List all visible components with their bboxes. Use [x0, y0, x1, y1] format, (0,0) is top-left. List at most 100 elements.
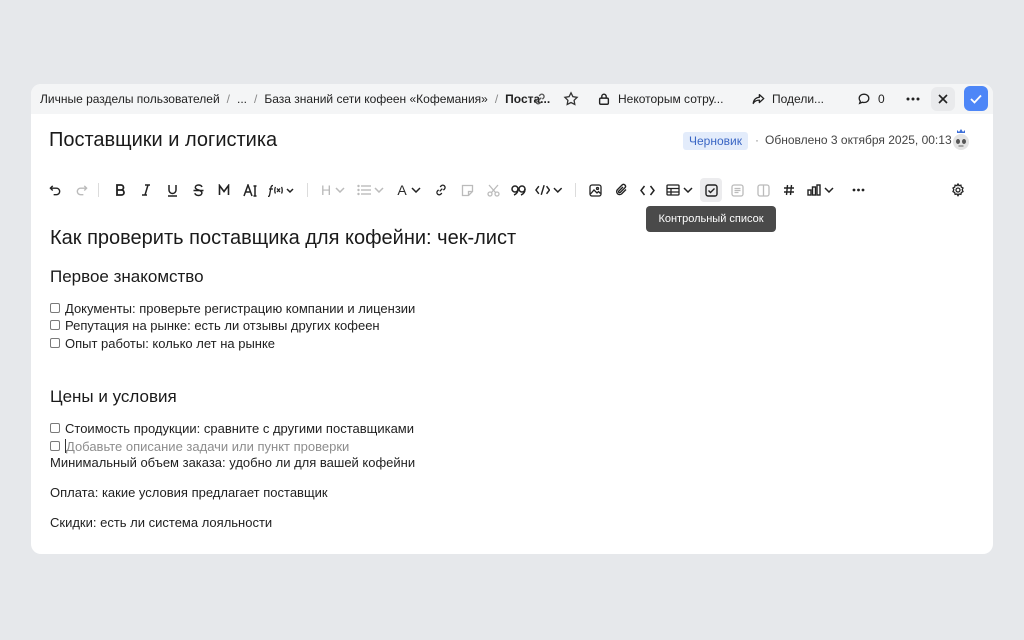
top-bar: Личные разделы пользователей / ... / Баз…	[31, 84, 993, 114]
checklist-item[interactable]: Опыт работы: колько лет на рынке	[50, 334, 275, 352]
text-color-label: A	[397, 182, 407, 198]
template-button[interactable]	[729, 178, 745, 202]
formula-button[interactable]	[267, 178, 295, 202]
chevron-down-icon	[373, 187, 384, 193]
underline-button[interactable]	[165, 178, 179, 202]
checklist-item[interactable]: Репутация на рынке: есть ли отзывы други…	[50, 316, 380, 334]
checklist-item-text: Стоимость продукции: сравните с другими …	[65, 420, 415, 436]
share-icon	[752, 93, 765, 105]
heading-dropdown[interactable]: H	[319, 178, 347, 202]
text-size-icon	[242, 183, 256, 197]
strikethrough-button[interactable]	[191, 178, 205, 202]
monospace-icon	[218, 184, 230, 195]
hashtag-button[interactable]	[781, 178, 797, 202]
document-editor: Личные разделы пользователей / ... / Баз…	[31, 84, 993, 554]
save-button[interactable]	[964, 86, 988, 111]
breadcrumb-item-ellipsis[interactable]: ...	[237, 92, 247, 106]
favorite-button[interactable]	[563, 84, 579, 114]
checklist-button[interactable]	[700, 178, 722, 202]
chevron-down-icon	[553, 187, 563, 193]
checklist-placeholder: Добавьте описание задачи или пункт прове…	[66, 438, 350, 454]
checklist-item-new[interactable]: Добавьте описание задачи или пункт прове…	[50, 437, 349, 455]
redo-button[interactable]	[74, 178, 88, 202]
bar-chart-icon	[806, 184, 821, 196]
share-button[interactable]: Подели...	[751, 84, 824, 114]
more-options-button[interactable]	[906, 84, 920, 114]
updated-info: · Обновлено 3 октября 2025, 00:13	[755, 133, 952, 147]
paragraph[interactable]: Минимальный объем заказа: удобно ли для …	[50, 455, 415, 470]
more-icon	[906, 97, 920, 101]
inline-code-button[interactable]	[639, 178, 655, 202]
paperclip-icon	[615, 183, 626, 196]
page-title[interactable]: Поставщики и логистика	[49, 129, 277, 152]
columns-button[interactable]	[755, 178, 771, 202]
close-button[interactable]	[931, 87, 955, 111]
attachment-button[interactable]	[613, 178, 629, 202]
undo-button[interactable]	[48, 178, 62, 202]
section-heading[interactable]: Цены и условия	[50, 387, 177, 407]
updated-text: Обновлено 3 октября 2025, 00:13	[765, 133, 952, 147]
columns-icon	[756, 183, 770, 197]
bold-button[interactable]	[113, 178, 127, 202]
list-dropdown[interactable]	[356, 178, 384, 202]
link-icon	[535, 93, 545, 105]
content-heading[interactable]: Как проверить поставщика для кофейни: че…	[50, 227, 516, 250]
paragraph[interactable]: Оплата: какие условия предлагает поставщ…	[50, 485, 328, 500]
settings-button[interactable]	[950, 178, 966, 202]
comments-button[interactable]: 0	[857, 84, 885, 114]
text-size-button[interactable]	[242, 178, 258, 202]
monospace-button[interactable]	[217, 178, 231, 202]
bullet-list-icon	[356, 184, 371, 196]
link-button[interactable]	[433, 178, 449, 202]
table-icon	[665, 184, 680, 196]
more-tools-button[interactable]	[850, 178, 866, 202]
avatar-icon	[953, 129, 969, 150]
italic-button[interactable]	[139, 178, 153, 202]
checklist-item[interactable]: Документы: проверьте регистрацию компани…	[50, 299, 415, 317]
section-heading[interactable]: Первое знакомство	[50, 267, 204, 287]
table-dropdown[interactable]	[665, 178, 693, 202]
checklist-item-text: Опыт работы: колько лет на рынке	[65, 335, 276, 351]
heading-label: H	[320, 182, 332, 198]
quote-icon	[510, 185, 526, 196]
link-icon	[436, 184, 446, 196]
meta-separator: ·	[755, 133, 759, 147]
check-icon	[970, 94, 982, 104]
chevron-down-icon	[823, 187, 834, 193]
function-icon	[267, 184, 294, 197]
paragraph[interactable]: Скидки: есть ли система лояльности	[50, 515, 272, 530]
hashtag-icon	[784, 184, 794, 196]
checkbox[interactable]	[50, 320, 60, 330]
text-color-dropdown[interactable]: A	[395, 178, 423, 202]
formatting-toolbar: H A	[31, 178, 993, 202]
italic-icon	[142, 184, 150, 196]
cut-button[interactable]	[485, 178, 501, 202]
image-button[interactable]	[587, 178, 603, 202]
chevron-down-icon	[335, 187, 345, 193]
code-block-dropdown[interactable]	[535, 178, 563, 202]
checkbox[interactable]	[50, 338, 60, 348]
checkbox[interactable]	[50, 423, 60, 433]
checkbox[interactable]	[50, 441, 60, 451]
note-button[interactable]	[459, 178, 475, 202]
checklist-item[interactable]: Стоимость продукции: сравните с другими …	[50, 419, 414, 437]
strikethrough-icon	[193, 183, 203, 196]
comment-icon	[858, 93, 870, 105]
undo-icon	[48, 184, 60, 195]
breadcrumb-separator: /	[254, 92, 258, 106]
redo-icon	[76, 184, 88, 195]
quote-button[interactable]	[510, 178, 526, 202]
bold-icon	[116, 184, 125, 196]
checkbox[interactable]	[50, 303, 60, 313]
scissors-icon	[486, 184, 500, 197]
copy-link-button[interactable]	[533, 84, 547, 114]
chevron-down-icon	[411, 187, 421, 193]
toolbar-divider	[98, 183, 99, 197]
avatar[interactable]	[950, 127, 972, 151]
checklist-item-text: Документы: проверьте регистрацию компани…	[65, 300, 416, 316]
access-button[interactable]: Некоторым сотру...	[597, 84, 723, 114]
chart-dropdown[interactable]	[806, 178, 834, 202]
breadcrumb-item-personal[interactable]: Личные разделы пользователей	[40, 92, 220, 106]
gear-icon	[952, 183, 964, 197]
breadcrumb-item-knowledge-base[interactable]: База знаний сети кофеен «Кофемания»	[264, 92, 487, 106]
